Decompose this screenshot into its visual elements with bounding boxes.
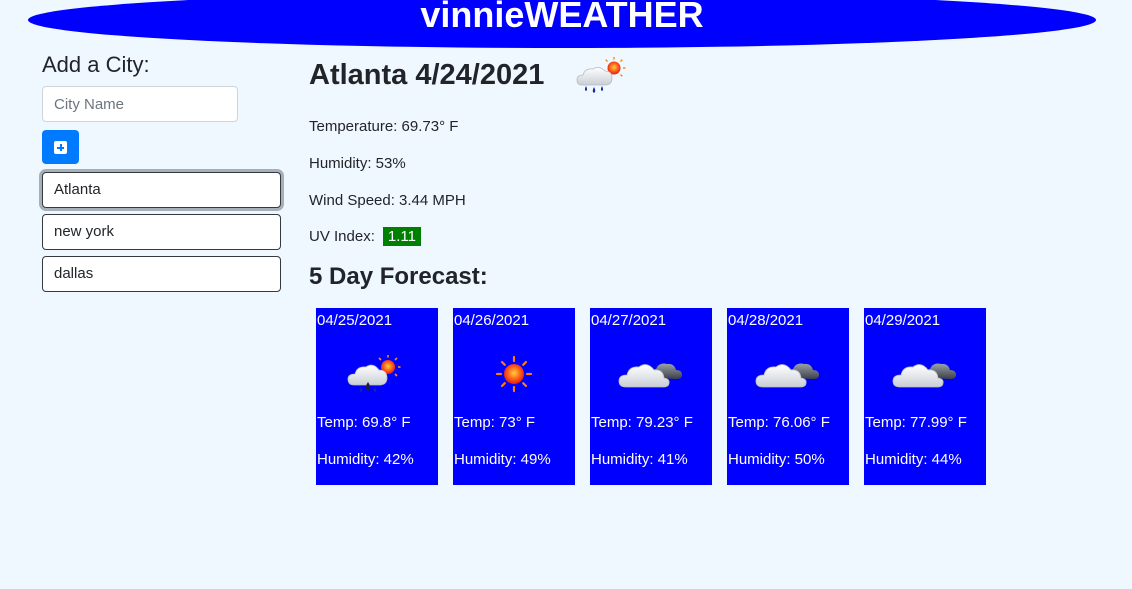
forecast-card: 04/29/2021 Temp: 77.99° F Humidity: 44%	[864, 308, 986, 485]
forecast-humidity: Humidity: 49%	[454, 451, 551, 468]
forecast-temp: Temp: 77.99° F	[865, 414, 967, 431]
forecast-heading: 5 Day Forecast:	[309, 263, 488, 290]
forecast-date: 04/26/2021	[454, 312, 530, 329]
clouds-icon	[755, 363, 819, 388]
current-humidity: Humidity: 53%	[309, 155, 406, 172]
forecast-humidity: Humidity: 44%	[865, 451, 962, 468]
current-temperature: Temperature: 69.73° F	[309, 118, 459, 135]
add-city-button[interactable]	[42, 130, 79, 164]
forecast-date: 04/27/2021	[591, 312, 667, 329]
city-button-dallas[interactable]: dallas	[42, 256, 281, 292]
main-panel: Atlanta 4/24/2021 Temperature: 69.73° F …	[309, 55, 1109, 485]
current-city-date: Atlanta 4/24/2021	[309, 58, 545, 91]
forecast-card: 04/25/2021 Temp: 69.8° F Humidity: 42%	[316, 308, 438, 485]
clouds-icon	[618, 363, 682, 388]
forecast-temp: Temp: 69.8° F	[317, 414, 411, 431]
forecast-date: 04/25/2021	[317, 312, 393, 329]
current-weather-header: Atlanta 4/24/2021	[309, 55, 1109, 95]
sun-icon	[495, 355, 533, 393]
app-title: vinnieWEATHER	[420, 0, 704, 35]
city-button-new-york[interactable]: new york	[42, 214, 281, 250]
forecast-card: 04/27/2021 Temp: 79.23° F Humidity: 41%	[590, 308, 712, 485]
clouds-icon	[892, 363, 956, 388]
add-city-heading: Add a City:	[42, 52, 150, 77]
forecast-cards: 04/25/2021 Temp: 69.8° F Humidity: 42% 0…	[316, 308, 1001, 485]
forecast-humidity: Humidity: 42%	[317, 451, 414, 468]
uv-index-row: UV Index: 1.11	[309, 227, 421, 246]
sidebar: Add a City: Atlanta new york dallas	[42, 50, 282, 298]
forecast-temp: Temp: 79.23° F	[591, 414, 693, 431]
forecast-date: 04/28/2021	[728, 312, 804, 329]
city-button-atlanta[interactable]: Atlanta	[42, 172, 281, 208]
forecast-humidity: Humidity: 41%	[591, 451, 688, 468]
rain-sun-icon	[347, 355, 401, 392]
forecast-humidity: Humidity: 50%	[728, 451, 825, 468]
forecast-card: 04/26/2021 Temp: 73° F Humidity: 49%	[453, 308, 575, 485]
forecast-card: 04/28/2021 Temp: 76.06° F Humidity: 50%	[727, 308, 849, 485]
uv-index-badge: 1.11	[382, 227, 421, 246]
forecast-temp: Temp: 76.06° F	[728, 414, 830, 431]
city-name-input[interactable]	[42, 86, 238, 122]
uv-index-label: UV Index:	[309, 228, 375, 245]
forecast-temp: Temp: 73° F	[454, 414, 536, 431]
city-list: Atlanta new york dallas	[42, 172, 282, 292]
forecast-date: 04/29/2021	[865, 312, 941, 329]
header-banner: vinnieWEATHER	[28, 0, 1096, 48]
plus-square-icon	[54, 141, 67, 154]
rain-sun-icon	[576, 57, 626, 93]
current-wind-speed: Wind Speed: 3.44 MPH	[309, 192, 466, 209]
